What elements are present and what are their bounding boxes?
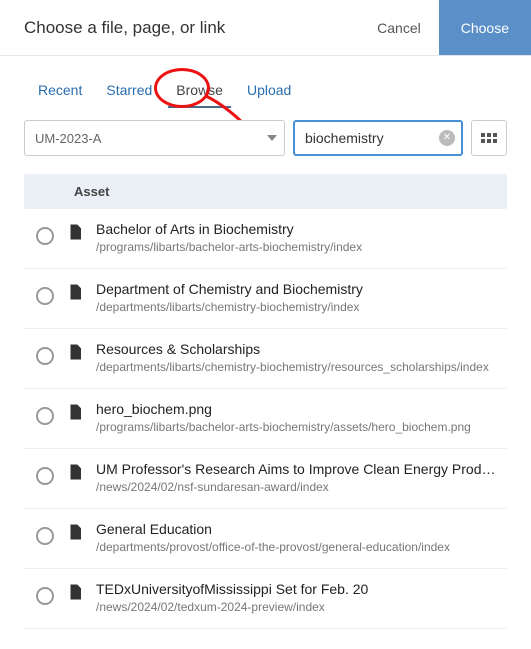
search-wrap: ✕ <box>293 120 463 156</box>
asset-path: /news/2024/02/tedxum-2024-preview/index <box>96 600 499 614</box>
list-header-asset: Asset <box>24 174 507 209</box>
page-file-icon <box>66 223 84 244</box>
tabs: Recent Starred Browse Upload <box>0 56 531 108</box>
asset-path: /departments/provost/office-of-the-provo… <box>96 540 499 554</box>
page-file-icon <box>66 463 84 484</box>
header-actions: Cancel Choose <box>359 0 531 55</box>
asset-body: Department of Chemistry and Biochemistry… <box>96 281 499 314</box>
grid-icon <box>481 133 497 143</box>
asset-title: Department of Chemistry and Biochemistry <box>96 281 499 297</box>
image-file-icon <box>66 403 84 424</box>
tab-upload[interactable]: Upload <box>237 74 301 108</box>
page-file-icon <box>66 343 84 364</box>
tab-recent[interactable]: Recent <box>28 74 92 108</box>
select-radio[interactable] <box>36 287 54 305</box>
choose-button[interactable]: Choose <box>439 0 531 55</box>
asset-title: Bachelor of Arts in Biochemistry <box>96 221 499 237</box>
dialog-header: Choose a file, page, or link Cancel Choo… <box>0 0 531 56</box>
asset-title: TEDxUniversityofMississippi Set for Feb.… <box>96 581 499 597</box>
controls-row: UM-2023-A ✕ <box>0 108 531 174</box>
asset-row[interactable]: TEDxUniversityofMississippi Set for Feb.… <box>24 569 507 629</box>
asset-body: Resources & Scholarships/departments/lib… <box>96 341 499 374</box>
select-radio[interactable] <box>36 467 54 485</box>
asset-path: /programs/libarts/bachelor-arts-biochemi… <box>96 420 499 434</box>
asset-row[interactable]: General Education/departments/provost/of… <box>24 509 507 569</box>
asset-path: /programs/libarts/bachelor-arts-biochemi… <box>96 240 499 254</box>
asset-title: Resources & Scholarships <box>96 341 499 357</box>
select-radio[interactable] <box>36 407 54 425</box>
select-radio[interactable] <box>36 587 54 605</box>
asset-path: /departments/libarts/chemistry-biochemis… <box>96 300 499 314</box>
dialog-title: Choose a file, page, or link <box>24 18 225 38</box>
select-radio[interactable] <box>36 527 54 545</box>
page-file-icon <box>66 583 84 604</box>
asset-path: /departments/libarts/chemistry-biochemis… <box>96 360 499 374</box>
asset-row[interactable]: Bachelor of Arts in Biochemistry/program… <box>24 209 507 269</box>
cancel-button[interactable]: Cancel <box>359 0 439 55</box>
select-radio[interactable] <box>36 227 54 245</box>
select-radio[interactable] <box>36 347 54 365</box>
clear-search-button[interactable]: ✕ <box>439 130 455 146</box>
asset-body: hero_biochem.png/programs/libarts/bachel… <box>96 401 499 434</box>
asset-body: UM Professor's Research Aims to Improve … <box>96 461 499 494</box>
asset-title: General Education <box>96 521 499 537</box>
asset-path: /news/2024/02/nsf-sundaresan-award/index <box>96 480 499 494</box>
page-file-icon <box>66 283 84 304</box>
asset-row[interactable]: hero_biochem.png/programs/libarts/bachel… <box>24 389 507 449</box>
asset-row[interactable]: Department of Chemistry and Biochemistry… <box>24 269 507 329</box>
search-input[interactable] <box>293 120 463 156</box>
page-file-icon <box>66 523 84 544</box>
asset-row[interactable]: UM Professor's Research Aims to Improve … <box>24 449 507 509</box>
asset-title: hero_biochem.png <box>96 401 499 417</box>
asset-title: UM Professor's Research Aims to Improve … <box>96 461 499 477</box>
site-select-wrap: UM-2023-A <box>24 120 285 156</box>
asset-body: General Education/departments/provost/of… <box>96 521 499 554</box>
site-select[interactable]: UM-2023-A <box>24 120 285 156</box>
asset-body: TEDxUniversityofMississippi Set for Feb.… <box>96 581 499 614</box>
asset-list: Asset Bachelor of Arts in Biochemistry/p… <box>0 174 531 629</box>
tab-starred[interactable]: Starred <box>96 74 162 108</box>
asset-body: Bachelor of Arts in Biochemistry/program… <box>96 221 499 254</box>
asset-row[interactable]: Resources & Scholarships/departments/lib… <box>24 329 507 389</box>
chevron-down-icon <box>267 135 277 141</box>
tab-browse[interactable]: Browse <box>166 74 233 108</box>
grid-view-button[interactable] <box>471 120 507 156</box>
